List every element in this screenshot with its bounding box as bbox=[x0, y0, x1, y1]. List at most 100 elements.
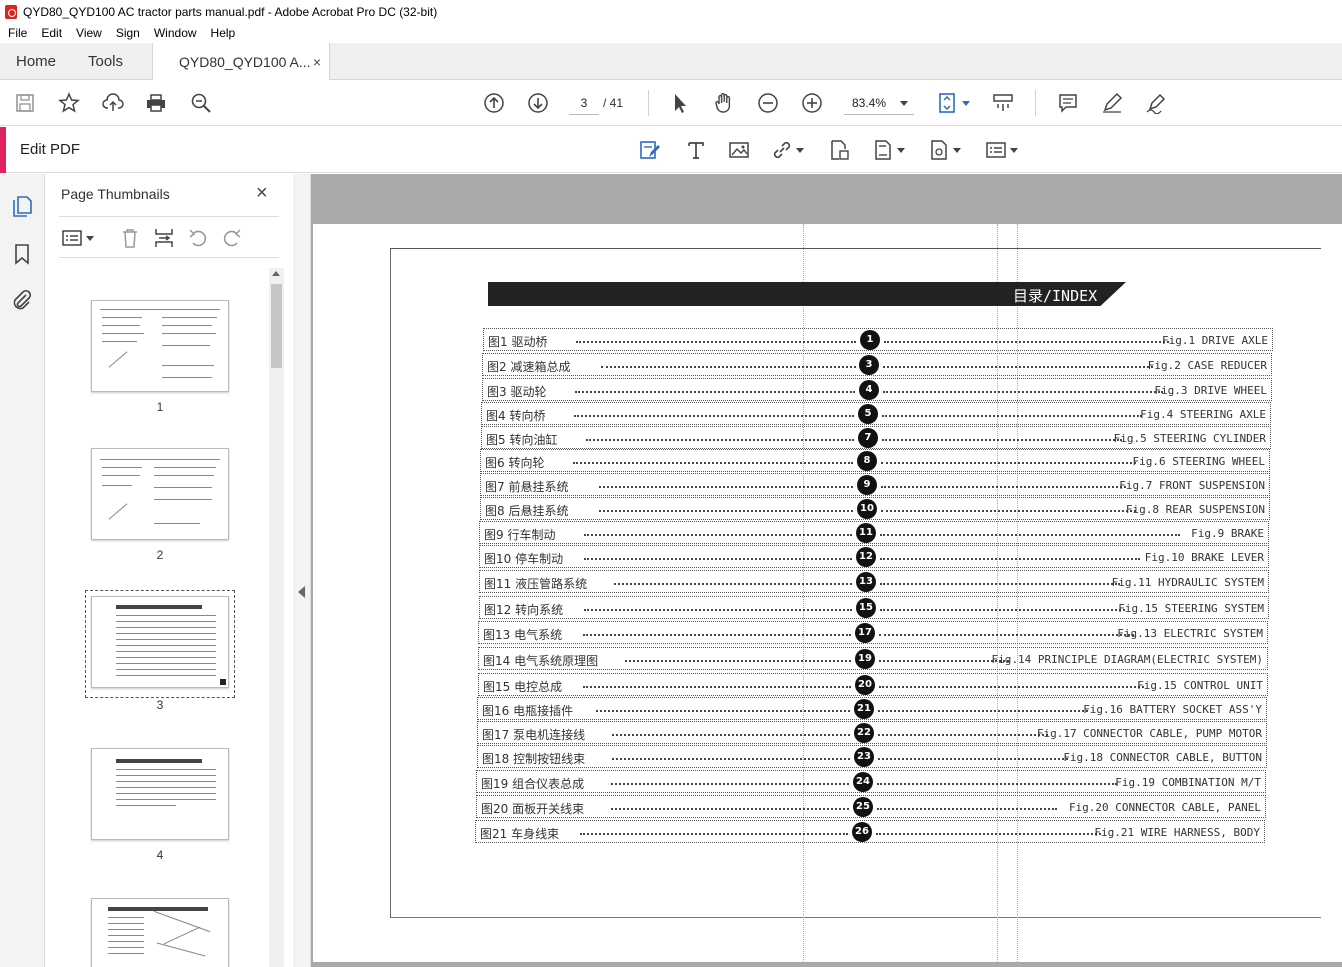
leader-dots bbox=[879, 634, 1134, 636]
thumbnail-page-2[interactable] bbox=[91, 448, 229, 540]
menu-window[interactable]: Window bbox=[154, 26, 197, 40]
leader-dots bbox=[878, 758, 1068, 760]
tab-home[interactable]: Home bbox=[16, 43, 56, 80]
insert-page-icon[interactable] bbox=[153, 227, 175, 249]
leader-dots bbox=[881, 486, 1126, 488]
tab-tools[interactable]: Tools bbox=[88, 43, 123, 80]
index-cn-label: 图9 行车制动 bbox=[484, 528, 556, 542]
crop-page-icon[interactable] bbox=[828, 138, 850, 162]
menu-view[interactable]: View bbox=[76, 26, 102, 40]
index-row: 图2 减速箱总成 3 Fig.2 CASE REDUCER bbox=[482, 353, 1272, 376]
thumbnail-options-icon[interactable] bbox=[61, 227, 97, 249]
watermark-icon[interactable] bbox=[928, 138, 961, 162]
index-cn-label: 图19 组合仪表总成 bbox=[481, 777, 585, 791]
close-panel-icon[interactable]: × bbox=[256, 182, 268, 205]
index-row: 图1 驱动桥 1 Fig.1 DRIVE AXLE bbox=[483, 328, 1273, 351]
previous-page-icon[interactable] bbox=[481, 90, 507, 116]
thumbnail-page-number: 1 bbox=[156, 400, 164, 414]
thumbnail-page-4[interactable] bbox=[91, 748, 229, 840]
zoom-level-select[interactable]: 83.4% bbox=[844, 91, 914, 115]
leader-dots bbox=[580, 833, 848, 835]
index-en-label: Fig.16 BATTERY SOCKET ASS'Y bbox=[1083, 703, 1262, 716]
index-en-label: Fig.9 BRAKE bbox=[1191, 527, 1264, 540]
index-row: 图16 电瓶接插件 21 Fig.16 BATTERY SOCKET ASS'Y bbox=[477, 697, 1267, 720]
rotate-left-icon[interactable] bbox=[187, 227, 209, 249]
index-cn-label: 图17 泵电机连接线 bbox=[482, 728, 586, 742]
page-thumbnails-panel: Page Thumbnails × 1 2 3 4 bbox=[45, 174, 293, 967]
scrollbar-handle[interactable] bbox=[271, 284, 282, 368]
cloud-upload-icon[interactable] bbox=[100, 90, 126, 116]
page-number-badge: 22 bbox=[854, 723, 874, 743]
page-number-badge: 1 bbox=[860, 330, 880, 350]
index-cn-label: 图18 控制按钮线束 bbox=[482, 752, 586, 766]
more-options-icon[interactable] bbox=[985, 138, 1018, 162]
comment-icon[interactable] bbox=[1055, 90, 1081, 116]
leader-dots bbox=[601, 366, 856, 368]
chevron-down-icon bbox=[86, 235, 94, 241]
index-cn-label: 图5 转向油缸 bbox=[486, 433, 558, 447]
thumbnail-page-5[interactable] bbox=[91, 898, 229, 967]
thumbnail-page-3[interactable] bbox=[91, 596, 229, 688]
index-row: 图18 控制按钮线束 23 Fig.18 CONNECTOR CABLE, BU… bbox=[477, 745, 1267, 768]
thumbnail-scrollbar[interactable] bbox=[269, 268, 284, 967]
index-en-label: Fig.4 STEERING AXLE bbox=[1140, 408, 1266, 421]
add-text-icon[interactable] bbox=[685, 138, 707, 162]
select-cursor-icon[interactable] bbox=[667, 90, 693, 116]
scroll-mode-icon[interactable] bbox=[990, 90, 1016, 116]
leader-dots bbox=[599, 486, 853, 488]
menu-sign[interactable]: Sign bbox=[116, 26, 140, 40]
document-view[interactable]: 目录/INDEX 图1 驱动桥 1 Fig.1 DRIVE AXLE 图2 减速… bbox=[311, 174, 1342, 967]
index-row: 图7 前悬挂系统 9 Fig.7 FRONT SUSPENSION bbox=[480, 473, 1270, 496]
page-fit-icon[interactable] bbox=[935, 90, 971, 116]
index-en-label: Fig.15 CONTROL UNIT bbox=[1137, 679, 1263, 692]
leader-dots bbox=[879, 686, 1144, 688]
menu-file[interactable]: File bbox=[8, 26, 27, 40]
index-row: 图13 电气系统 17 Fig.13 ELECTRIC SYSTEM bbox=[478, 621, 1268, 644]
scroll-up-icon[interactable] bbox=[272, 271, 280, 276]
link-icon[interactable] bbox=[771, 138, 804, 162]
leader-dots bbox=[879, 660, 1009, 662]
chevron-down-icon bbox=[961, 100, 970, 106]
fill-sign-icon[interactable] bbox=[1143, 90, 1169, 116]
zoom-out-icon[interactable] bbox=[755, 90, 781, 116]
edit-text-image-icon[interactable] bbox=[639, 138, 661, 162]
print-icon[interactable] bbox=[143, 90, 169, 116]
page-number-badge: 4 bbox=[859, 380, 879, 400]
leader-dots bbox=[612, 758, 850, 760]
menu-help[interactable]: Help bbox=[211, 26, 236, 40]
bookmark-star-icon[interactable] bbox=[56, 90, 82, 116]
index-cn-label: 图10 停车制动 bbox=[484, 552, 564, 566]
index-en-label: Fig.20 CONNECTOR CABLE, PANEL bbox=[1068, 801, 1261, 814]
index-row: 图11 液压管路系统 13 Fig.11 HYDRAULIC SYSTEM bbox=[479, 570, 1269, 593]
bookmarks-icon[interactable] bbox=[10, 242, 34, 266]
thumbnail-page-1[interactable] bbox=[91, 300, 229, 392]
attachments-paperclip-icon[interactable] bbox=[10, 288, 34, 312]
zoom-in-icon[interactable] bbox=[799, 90, 825, 116]
leader-dots bbox=[575, 391, 855, 393]
index-en-label: Fig.2 CASE REDUCER bbox=[1147, 359, 1267, 372]
index-cn-label: 图15 电控总成 bbox=[483, 680, 563, 694]
tab-document[interactable]: QYD80_QYD100 A... × bbox=[152, 43, 330, 81]
zoom-search-icon[interactable] bbox=[188, 90, 214, 116]
highlight-pen-icon[interactable] bbox=[1099, 90, 1125, 116]
add-image-icon[interactable] bbox=[728, 138, 750, 162]
leader-dots bbox=[611, 808, 849, 810]
save-icon[interactable] bbox=[12, 90, 38, 116]
panel-collapse-handle[interactable] bbox=[293, 174, 311, 967]
page-number-badge: 23 bbox=[854, 747, 874, 767]
leader-dots bbox=[573, 462, 853, 464]
current-page-input[interactable]: 3 bbox=[569, 91, 599, 115]
page-number-badge: 24 bbox=[853, 772, 873, 792]
thumbnail-page-number: 3 bbox=[156, 698, 164, 712]
menu-edit[interactable]: Edit bbox=[41, 26, 62, 40]
page-thumbnails-icon[interactable] bbox=[10, 194, 34, 218]
index-row: 图6 转向轮 8 Fig.6 STEERING WHEEL bbox=[480, 449, 1270, 472]
leader-dots bbox=[586, 439, 854, 441]
next-page-icon[interactable] bbox=[525, 90, 551, 116]
hand-tool-icon[interactable] bbox=[711, 90, 737, 116]
header-footer-icon[interactable] bbox=[872, 138, 905, 162]
delete-page-icon[interactable] bbox=[119, 227, 141, 249]
close-tab-icon[interactable]: × bbox=[313, 54, 321, 70]
index-row: 图12 转向系统 15 Fig.15 STEERING SYSTEM bbox=[479, 596, 1269, 619]
rotate-right-icon[interactable] bbox=[221, 227, 243, 249]
